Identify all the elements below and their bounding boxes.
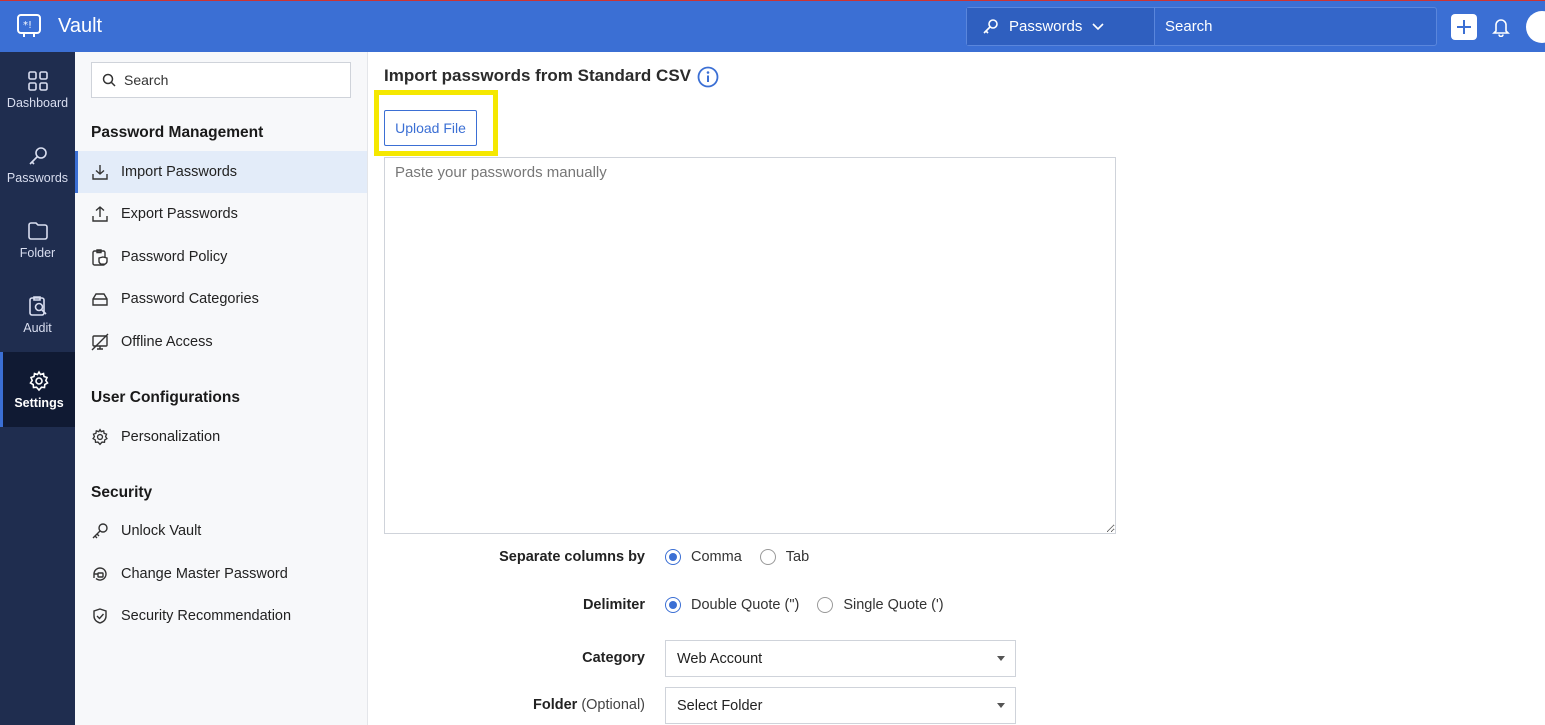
delimiter-radio-group: Double Quote (") Single Quote (') — [665, 597, 952, 613]
radio-option-double-quote[interactable]: Double Quote (") — [665, 597, 799, 613]
caret-down-icon — [997, 656, 1005, 661]
rail-item-label: Dashboard — [6, 95, 69, 110]
shield-icon — [91, 607, 109, 625]
search-scope-label: Passwords — [1009, 18, 1083, 35]
bell-icon — [1492, 17, 1510, 37]
sidebar-item-label: Personalization — [121, 429, 221, 445]
gear-icon — [28, 369, 50, 392]
gear-icon — [91, 428, 109, 446]
paste-passwords-textarea[interactable] — [384, 157, 1116, 534]
radio-option-single-quote[interactable]: Single Quote (') — [817, 597, 944, 613]
top-bar: *! Vault Passwords — [0, 0, 1545, 52]
notifications-button[interactable] — [1492, 17, 1510, 37]
global-search: Passwords — [966, 7, 1437, 46]
import-icon — [91, 163, 109, 181]
add-button[interactable] — [1451, 14, 1477, 40]
sidebar-item-label: Import Passwords — [121, 164, 238, 180]
category-label: Category — [582, 650, 645, 666]
brand[interactable]: *! Vault — [16, 13, 102, 39]
page-title: Import passwords from Standard CSV — [384, 66, 691, 85]
separate-columns-label: Separate columns by — [499, 549, 645, 565]
rail-item-settings[interactable]: Settings — [0, 352, 75, 427]
sidebar-item-change-master-password[interactable]: Change Master Password — [75, 553, 367, 595]
sidebar-search-input[interactable] — [124, 72, 324, 88]
category-value: Web Account — [677, 650, 763, 667]
offline-icon — [91, 333, 109, 351]
radio-label: Tab — [785, 549, 810, 565]
sidebar-item-label: Export Passwords — [121, 206, 238, 222]
category-select[interactable]: Web Account — [665, 640, 1016, 677]
svg-text:*!: *! — [23, 20, 32, 31]
folder-label-text: Folder — [532, 697, 578, 713]
audit-icon — [27, 295, 49, 317]
sidebar-item-label: Security Recommendation — [121, 608, 292, 624]
radio-button[interactable] — [817, 597, 834, 613]
separate-columns-radio-group: Comma Tab — [665, 549, 817, 565]
sidebar-item-import-passwords[interactable]: Import Passwords — [75, 151, 367, 193]
categories-icon — [91, 290, 109, 308]
folder-optional-hint: (Optional) — [581, 697, 645, 713]
vault-logo-icon: *! — [16, 13, 42, 39]
key-icon — [981, 18, 999, 36]
sidebar-item-label: Password Categories — [121, 291, 259, 307]
section-heading: Password Management — [91, 124, 264, 141]
policy-icon — [91, 248, 109, 266]
radio-label: Comma — [691, 549, 742, 565]
upload-file-button[interactable]: Upload File — [384, 110, 477, 146]
export-icon — [91, 205, 109, 223]
sidebar-item-unlock-vault[interactable]: Unlock Vault — [75, 510, 367, 552]
radio-label: Single Quote (') — [843, 597, 944, 613]
section-heading: User Configurations — [91, 389, 240, 406]
rail-item-label: Audit — [23, 320, 52, 335]
plus-icon — [1456, 19, 1472, 35]
settings-sidebar: Password Management Import Passwords Exp… — [75, 52, 368, 725]
unlock-icon — [91, 522, 109, 540]
rail-item-label: Settings — [14, 395, 64, 410]
sidebar-item-password-categories[interactable]: Password Categories — [75, 278, 367, 320]
sidebar-item-export-passwords[interactable]: Export Passwords — [75, 193, 367, 235]
radio-button[interactable] — [665, 597, 681, 613]
sidebar-search — [91, 62, 351, 98]
avatar[interactable] — [1526, 11, 1545, 43]
dashboard-icon — [27, 70, 49, 92]
sidebar-item-offline-access[interactable]: Offline Access — [75, 321, 367, 363]
folder-value: Select Folder — [677, 697, 763, 714]
sidebar-item-label: Offline Access — [121, 334, 213, 350]
radio-button[interactable] — [665, 549, 681, 565]
key-icon — [27, 145, 49, 167]
main-nav-rail: Dashboard Passwords Folder Audit Setting… — [0, 52, 75, 725]
sidebar-item-password-policy[interactable]: Password Policy — [75, 236, 367, 278]
delimiter-label: Delimiter — [582, 597, 645, 613]
rail-item-passwords[interactable]: Passwords — [0, 127, 75, 202]
radio-label: Double Quote (") — [691, 597, 800, 613]
sidebar-item-label: Unlock Vault — [121, 523, 202, 539]
rail-item-dashboard[interactable]: Dashboard — [0, 52, 75, 127]
info-icon[interactable] — [697, 66, 719, 88]
section-heading: Security — [91, 484, 153, 501]
change-password-icon — [91, 565, 109, 583]
radio-option-tab[interactable]: Tab — [759, 549, 810, 565]
folder-select[interactable]: Select Folder — [665, 687, 1016, 724]
folder-label: Folder (Optional) — [533, 697, 645, 713]
rail-item-label: Folder — [19, 245, 56, 260]
rail-item-label: Passwords — [6, 170, 69, 185]
chevron-down-icon — [1092, 22, 1104, 31]
folder-icon — [27, 220, 49, 242]
caret-down-icon — [997, 703, 1005, 708]
radio-button[interactable] — [759, 549, 776, 565]
app-title: Vault — [58, 14, 103, 37]
rail-item-audit[interactable]: Audit — [0, 277, 75, 352]
global-search-input[interactable] — [1155, 8, 1436, 45]
radio-option-comma[interactable]: Comma — [665, 549, 742, 565]
search-scope-dropdown[interactable]: Passwords — [967, 8, 1155, 45]
rail-item-folder[interactable]: Folder — [0, 202, 75, 277]
search-icon — [102, 73, 116, 87]
sidebar-item-personalization[interactable]: Personalization — [75, 416, 367, 458]
sidebar-item-security-recommendation[interactable]: Security Recommendation — [75, 595, 367, 637]
sidebar-item-label: Change Master Password — [121, 566, 288, 582]
sidebar-item-label: Password Policy — [121, 249, 228, 265]
main-content: Import passwords from Standard CSV Uploa… — [368, 52, 1545, 725]
